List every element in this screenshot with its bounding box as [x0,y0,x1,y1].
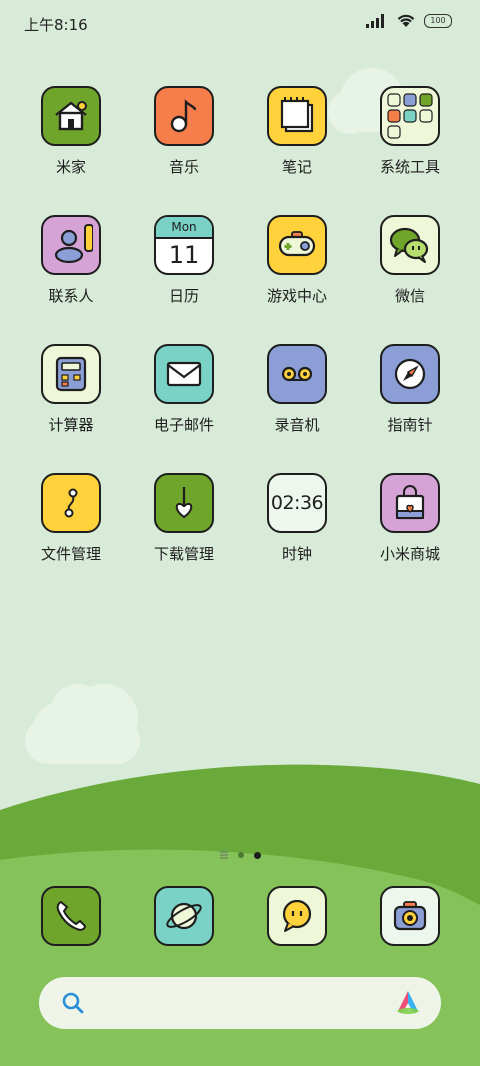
hill-front [0,849,480,1066]
app-label: 日历 [168,287,199,305]
compass-icon [380,344,440,404]
app-label: 下载管理 [153,545,214,563]
app-email[interactable]: 电子邮件 [134,344,234,435]
contact-icon [41,215,101,275]
app-downloads[interactable]: 下载管理 [134,473,234,564]
dock-messages[interactable] [247,886,347,946]
app-label: 笔记 [281,158,312,176]
download-icon [154,473,214,533]
recorder-icon [267,344,327,404]
app-mijia[interactable]: 米家 [21,86,121,177]
app-label: 电子邮件 [153,416,214,434]
clock-icon: 02:36 [267,473,327,533]
music-note-icon [154,86,214,146]
app-game-center[interactable]: 游戏中心 [247,215,347,306]
envelope-icon [154,344,214,404]
dock-phone[interactable] [21,886,121,946]
app-label: 文件管理 [40,545,101,563]
page-dot [238,852,244,858]
calculator-icon [41,344,101,404]
app-compass[interactable]: 指南针 [360,344,460,435]
app-label: 指南针 [387,416,433,434]
home-icon [41,86,101,146]
status-time: 上午8:16 [24,16,88,34]
app-file-manager[interactable]: 文件管理 [21,473,121,564]
planet-icon [154,886,214,946]
notepad-icon [267,86,327,146]
folder-system-tools[interactable]: 系统工具 [360,86,460,177]
folder-icon [380,86,440,146]
app-label: 录音机 [274,416,320,434]
app-contacts[interactable]: 联系人 [21,215,121,306]
battery-indicator: 100 [424,13,452,28]
app-label: 时钟 [281,545,312,563]
app-mi-store[interactable]: 小米商城 [360,473,460,564]
search-icon [62,992,84,1014]
clock-time: 02:36 [270,492,324,514]
app-label: 微信 [394,287,425,305]
phone-icon [41,886,101,946]
page-indicator[interactable] [220,851,261,859]
app-label: 计算器 [48,416,94,434]
app-calendar[interactable]: Mon 11 日历 [134,215,234,306]
app-label: 米家 [55,158,86,176]
app-label: 音乐 [168,158,199,176]
page-dot-active [254,851,261,859]
dock-camera[interactable] [360,886,460,946]
app-notes[interactable]: 笔记 [247,86,347,177]
wifi-icon [397,14,415,27]
app-clock[interactable]: 02:36 时钟 [247,473,347,564]
camera-icon [380,886,440,946]
signal-icon [366,13,384,28]
gamepad-icon [267,215,327,275]
app-label: 游戏中心 [266,287,327,305]
app-label: 系统工具 [379,158,440,176]
app-wechat[interactable]: 微信 [360,215,460,306]
app-label: 联系人 [48,287,94,305]
calendar-day: Mon [156,217,212,239]
app-label: 小米商城 [379,545,440,563]
dock-browser[interactable] [134,886,234,946]
app-music[interactable]: 音乐 [134,86,234,177]
status-bar: 上午8:16 100 [0,0,480,46]
message-icon [267,886,327,946]
shopping-bag-icon [380,473,440,533]
assistant-logo-icon[interactable] [393,989,423,1017]
calendar-icon: Mon 11 [154,215,214,275]
files-icon [41,473,101,533]
app-recorder[interactable]: 录音机 [247,344,347,435]
menu-lines-icon [220,851,228,859]
chat-bubbles-icon [380,215,440,275]
app-calculator[interactable]: 计算器 [21,344,121,435]
calendar-date: 11 [168,241,200,269]
search-bar[interactable] [39,977,441,1029]
